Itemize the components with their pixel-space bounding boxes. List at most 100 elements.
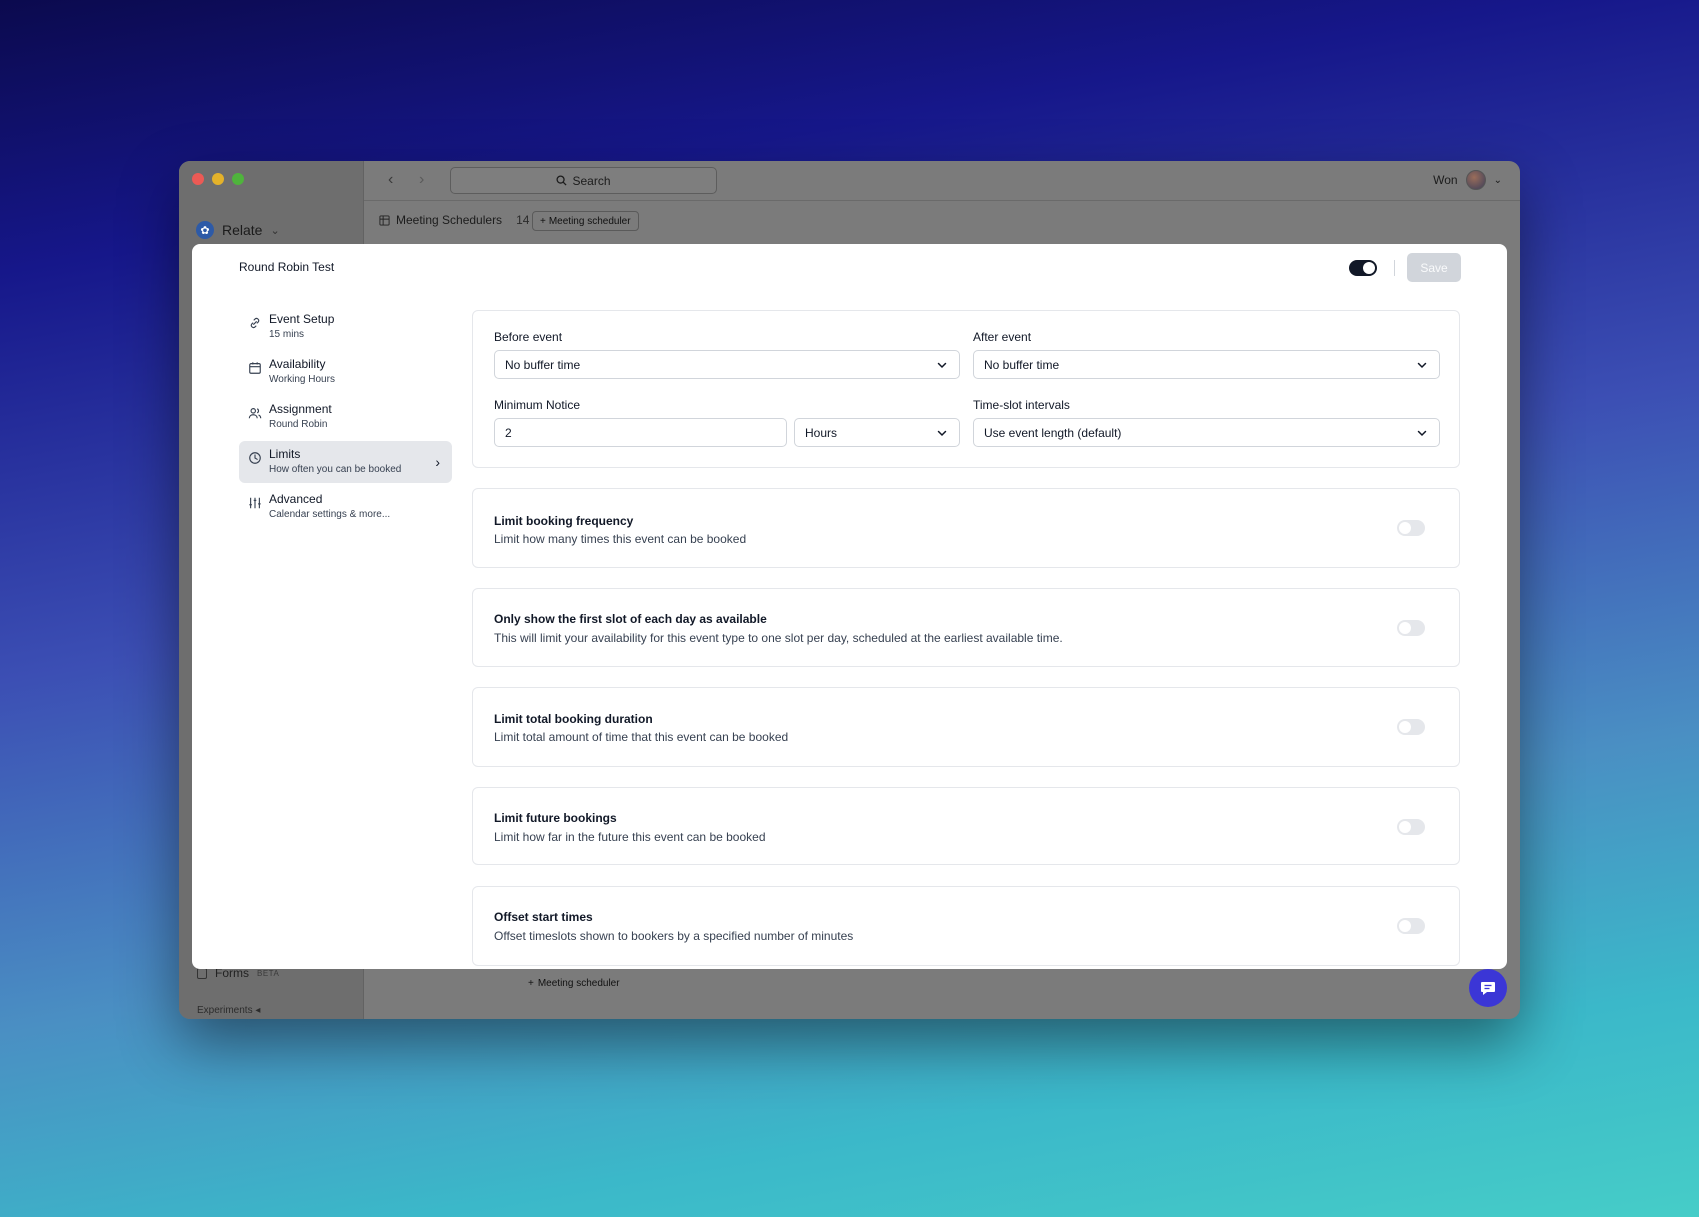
nav-item-label: Limits [269,447,301,461]
setting-title: Limit total booking duration [494,712,653,726]
setting-description: Limit how many times this event can be b… [494,532,747,546]
select-value: Hours [805,425,838,440]
plus-icon: + [528,978,534,989]
nav-item-limits[interactable]: Limits How often you can be booked › [239,441,452,483]
page-header: Meeting Schedulers 14 + Meeting schedule… [364,201,1520,241]
select-value: No buffer time [505,357,581,372]
setting-title: Limit future bookings [494,811,617,825]
setting-title: Limit booking frequency [494,514,634,528]
top-bar: ‹ › Search Won ⌄ [364,161,1520,201]
chevron-down-icon [1417,362,1427,369]
input-value: 2 [505,425,512,440]
first-slot-only-toggle[interactable] [1397,620,1425,636]
nav-item-sub: 15 mins [269,329,305,340]
chevron-down-icon [937,362,947,369]
nav-item-label: Assignment [269,402,332,416]
nav-item-assignment[interactable]: Assignment Round Robin [239,396,452,438]
plus-icon: + [540,215,546,227]
after-event-select[interactable]: No buffer time [973,350,1440,379]
limit-booking-frequency-card: Limit booking frequency Limit how many t… [472,488,1460,568]
minimum-notice-input[interactable]: 2 [494,418,787,447]
search-placeholder: Search [572,173,611,188]
minimum-notice-label: Minimum Notice [494,398,581,412]
workspace-name: Relate [222,222,263,238]
select-value: No buffer time [984,357,1060,372]
link-icon [250,317,260,329]
save-button[interactable]: Save [1407,253,1461,282]
nav-item-advanced[interactable]: Advanced Calendar settings & more... [239,486,452,528]
before-event-select[interactable]: No buffer time [494,350,960,379]
limit-total-duration-toggle[interactable] [1397,719,1425,735]
page-title: Meeting Schedulers 14 [379,213,529,227]
page-title-text: Meeting Schedulers [396,213,503,227]
chevron-right-icon: › [435,454,440,470]
select-value: Use event length (default) [984,425,1122,440]
nav-item-sub: How often you can be booked [269,464,402,475]
table-icon [379,214,390,226]
add-meeting-scheduler-button[interactable]: + Meeting scheduler [532,211,639,231]
chevron-down-icon: ⌄ [270,224,280,237]
add-button-label: Meeting scheduler [548,215,631,227]
nav-item-label: Advanced [269,492,323,506]
chevron-down-icon: ⌄ [1493,174,1502,186]
close-window-button[interactable] [192,173,204,185]
workspace-logo-icon: ✿ [196,221,214,239]
back-arrow-icon[interactable]: ‹ [388,171,393,189]
buffer-settings-card: Before event No buffer time After event … [472,310,1460,468]
after-event-label: After event [973,330,1032,344]
forward-arrow-icon[interactable]: › [419,171,424,189]
add-meeting-scheduler-row[interactable]: + Meeting scheduler [528,978,620,989]
experiments-label: Experiments [197,1005,253,1016]
nav-item-sub: Calendar settings & more... [269,509,391,520]
add-row-label: Meeting scheduler [537,978,620,989]
setting-title: Offset start times [494,910,593,924]
minimize-window-button[interactable] [212,173,224,185]
modal-title: Round Robin Test [239,260,335,274]
nav-item-label: Event Setup [269,312,335,326]
chat-icon [1481,982,1495,995]
chevron-down-icon [937,430,947,437]
time-slot-intervals-select[interactable]: Use event length (default) [973,418,1440,447]
maximize-window-button[interactable] [232,173,244,185]
sliders-icon [249,497,261,509]
limit-future-bookings-card: Limit future bookings Limit how far in t… [472,787,1460,865]
limit-future-bookings-toggle[interactable] [1397,819,1425,835]
chat-support-button[interactable] [1469,969,1507,1007]
user-name: Won [1433,173,1458,187]
settings-nav: Event Setup 15 mins Availability Working… [239,306,452,531]
limit-total-duration-card: Limit total booking duration Limit total… [472,687,1460,767]
search-input[interactable]: Search [450,167,717,194]
clock-icon [249,452,261,464]
users-icon [248,408,262,419]
experiments-toggle[interactable]: Experiments ◂ [197,1005,260,1016]
setting-description: Limit how far in the future this event c… [494,830,766,844]
chevron-down-icon [1417,430,1427,437]
beta-badge: BETA [257,968,280,978]
workspace-switcher[interactable]: ✿ Relate ⌄ [196,221,280,239]
setting-description: Offset timeslots shown to bookers by a s… [494,929,854,943]
divider [1394,260,1395,276]
offset-start-times-card: Offset start times Offset timeslots show… [472,886,1460,966]
setting-description: This will limit your availability for th… [494,631,1063,645]
caret-left-icon: ◂ [255,1005,261,1016]
limit-booking-frequency-toggle[interactable] [1397,520,1425,536]
page-count: 14 [516,213,530,227]
time-slot-intervals-label: Time-slot intervals [973,398,1070,412]
event-settings-modal: Round Robin Test Save Event Setup 15 min… [192,244,1507,969]
notice-unit-select[interactable]: Hours [794,418,960,447]
event-enabled-toggle[interactable] [1349,260,1377,276]
nav-item-sub: Round Robin [269,419,328,430]
first-slot-only-card: Only show the first slot of each day as … [472,588,1460,667]
form-icon [197,967,207,979]
calendar-icon [249,362,261,374]
nav-item-label: Availability [269,357,326,371]
before-event-label: Before event [494,330,563,344]
nav-item-event-setup[interactable]: Event Setup 15 mins [239,306,452,348]
offset-start-times-toggle[interactable] [1397,918,1425,934]
nav-item-availability[interactable]: Availability Working Hours [239,351,452,393]
setting-description: Limit total amount of time that this eve… [494,730,789,744]
nav-item-sub: Working Hours [269,374,335,385]
search-icon [556,175,568,186]
user-menu[interactable]: Won ⌄ [1433,170,1502,190]
setting-title: Only show the first slot of each day as … [494,612,767,626]
